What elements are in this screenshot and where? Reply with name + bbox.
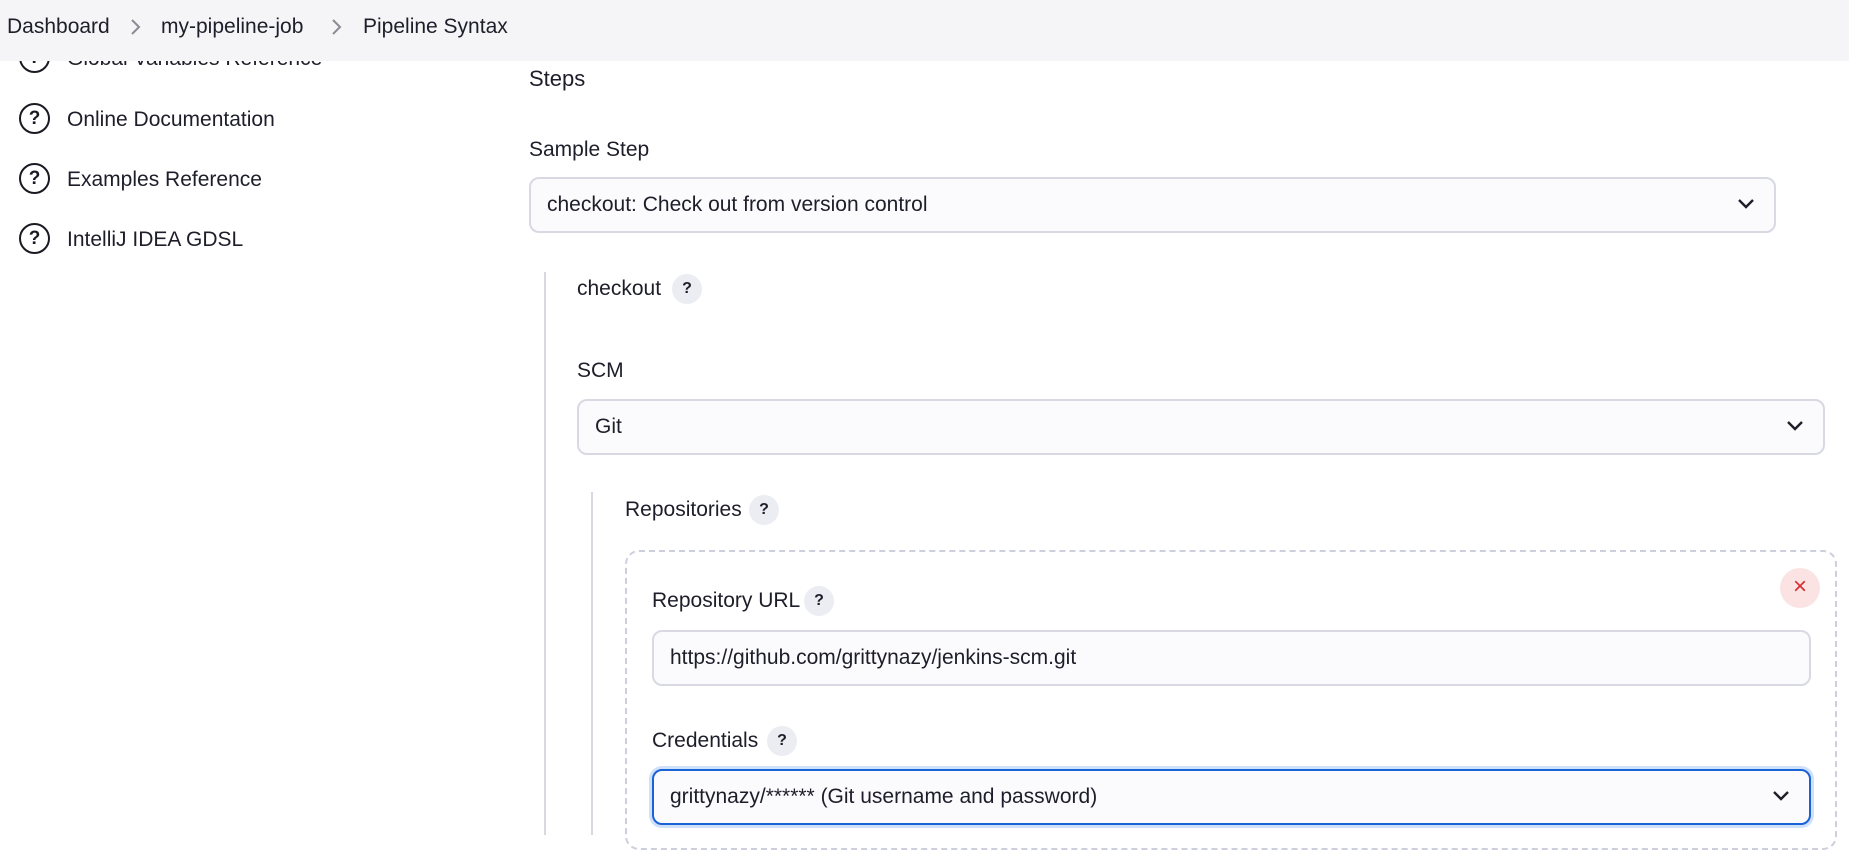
scm-select[interactable]: Git	[577, 399, 1825, 455]
repository-url-value: https://github.com/grittynazy/jenkins-sc…	[670, 646, 1077, 669]
chevron-right-icon	[131, 19, 141, 35]
sidebar-item-label: Online Documentation	[67, 108, 275, 131]
section-title-steps: Steps	[529, 66, 586, 91]
repository-url-input[interactable]: https://github.com/grittynazy/jenkins-sc…	[652, 630, 1811, 686]
credentials-label: Credentials	[652, 729, 759, 752]
sample-step-select[interactable]: checkout: Check out from version control	[529, 177, 1776, 233]
help-circle-icon: ?	[19, 103, 50, 134]
help-circle-icon: ?	[19, 223, 50, 254]
credentials-select[interactable]: grittynazy/****** (Git username and pass…	[652, 769, 1811, 825]
sidebar-item-label: IntelliJ IDEA GDSL	[67, 228, 244, 251]
sample-step-value: checkout: Check out from version control	[547, 193, 928, 216]
repository-url-help-button[interactable]: ?	[804, 586, 834, 616]
breadcrumb-pipeline-syntax[interactable]: Pipeline Syntax	[363, 14, 508, 40]
chevron-right-icon	[332, 19, 342, 35]
breadcrumb-my-pipeline-job[interactable]: my-pipeline-job	[161, 14, 303, 40]
repository-url-label: Repository URL	[652, 589, 801, 612]
nested-section-line	[544, 272, 546, 835]
help-circle-icon: ?	[19, 163, 50, 194]
breadcrumb: Dashboard my-pipeline-job Pipeline Synta…	[0, 0, 1849, 61]
sidebar-item-label: Examples Reference	[67, 168, 262, 191]
scm-label: SCM	[577, 359, 624, 382]
nested-section-line	[591, 492, 593, 835]
breadcrumb-dashboard[interactable]: Dashboard	[7, 14, 110, 40]
repositories-label: Repositories	[625, 498, 742, 521]
repositories-help-button[interactable]: ?	[749, 495, 779, 525]
sample-step-label: Sample Step	[529, 138, 650, 161]
checkout-label: checkout	[577, 277, 662, 300]
scm-value: Git	[595, 415, 622, 438]
credentials-help-button[interactable]: ?	[767, 726, 797, 756]
checkout-help-button[interactable]: ?	[672, 274, 702, 304]
credentials-value: grittynazy/****** (Git username and pass…	[670, 785, 1098, 808]
chevron-down-icon	[1787, 421, 1803, 431]
remove-repository-button[interactable]: ×	[1780, 568, 1820, 608]
chevron-down-icon	[1738, 199, 1754, 209]
chevron-down-icon	[1773, 791, 1789, 801]
